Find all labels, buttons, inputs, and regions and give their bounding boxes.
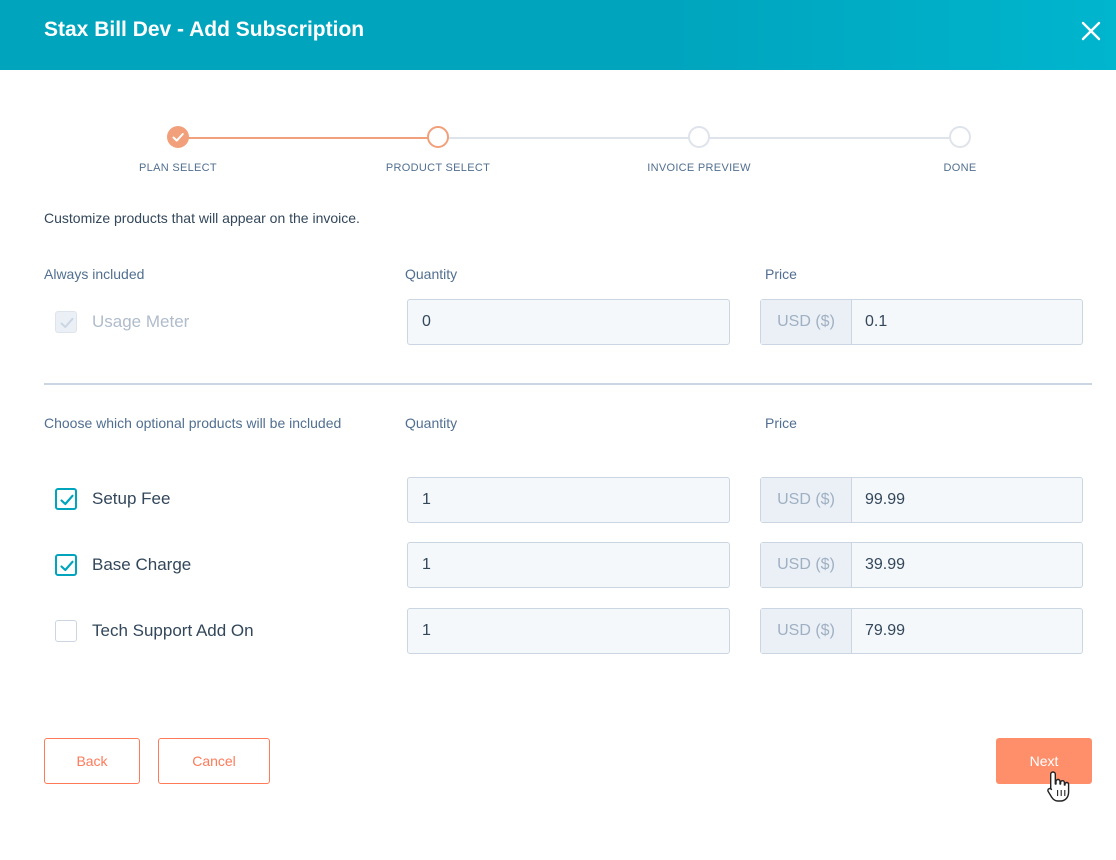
setup-fee-quantity-input[interactable]: 1 (407, 477, 730, 523)
setup-fee-price-input[interactable]: 99.99 (852, 478, 1082, 522)
optional-products-heading: Choose which optional products will be i… (44, 415, 342, 431)
usage-meter-quantity-input[interactable]: 0 (407, 299, 730, 345)
usage-meter-price-input[interactable]: 0.1 (852, 300, 1082, 344)
base-charge-checkbox[interactable] (55, 554, 77, 576)
modal-header: Stax Bill Dev - Add Subscription (0, 0, 1116, 70)
setup-fee-checkbox[interactable] (55, 488, 77, 510)
base-charge-quantity-input[interactable]: 1 (407, 542, 730, 588)
close-icon (1081, 21, 1101, 41)
close-button[interactable] (1078, 18, 1104, 44)
step-invoice-preview-circle (688, 126, 710, 148)
usage-meter-price-field[interactable]: USD ($) 0.1 (760, 299, 1083, 345)
intro-text: Customize products that will appear on t… (44, 210, 360, 226)
step-label-product-select: PRODUCT SELECT (385, 162, 491, 174)
check-icon (60, 494, 74, 506)
setup-fee-label: Setup Fee (92, 489, 171, 508)
optional-price-column-label: Price (765, 415, 797, 431)
currency-prefix: USD ($) (761, 609, 852, 653)
currency-prefix: USD ($) (761, 543, 852, 587)
hand-cursor-icon (1046, 770, 1072, 809)
back-button[interactable]: Back (44, 738, 140, 784)
step-label-done: DONE (943, 162, 977, 174)
base-charge-label: Base Charge (92, 555, 192, 574)
progress-stepper: PLAN SELECT PRODUCT SELECT INVOICE PREVI… (0, 120, 1116, 190)
section-divider (44, 383, 1092, 385)
step-label-plan-select: PLAN SELECT (139, 162, 217, 174)
currency-prefix: USD ($) (761, 478, 852, 522)
cancel-button[interactable]: Cancel (158, 738, 270, 784)
currency-prefix: USD ($) (761, 300, 852, 344)
tech-support-quantity-input[interactable]: 1 (407, 608, 730, 654)
modal-title: Stax Bill Dev - Add Subscription (44, 18, 365, 41)
step-plan-select-complete-icon (167, 126, 189, 148)
next-button[interactable]: Next (996, 738, 1092, 784)
stepper-line-complete (178, 137, 438, 139)
quantity-column-label: Quantity (405, 266, 458, 282)
base-charge-price-input[interactable]: 39.99 (852, 543, 1082, 587)
step-product-select-circle (427, 126, 449, 148)
tech-support-label: Tech Support Add On (92, 621, 254, 640)
check-icon (60, 560, 74, 572)
check-icon (60, 317, 74, 328)
usage-meter-checkbox (55, 311, 77, 333)
base-charge-price-field[interactable]: USD ($) 39.99 (760, 542, 1083, 588)
setup-fee-price-field[interactable]: USD ($) 99.99 (760, 477, 1083, 523)
tech-support-price-field[interactable]: USD ($) 79.99 (760, 608, 1083, 654)
always-included-heading: Always included (44, 266, 145, 282)
optional-quantity-column-label: Quantity (405, 415, 458, 431)
tech-support-price-input[interactable]: 79.99 (852, 609, 1082, 653)
usage-meter-label: Usage Meter (92, 312, 190, 331)
step-label-invoice-preview: INVOICE PREVIEW (647, 162, 751, 174)
tech-support-checkbox[interactable] (55, 620, 77, 642)
price-column-label: Price (765, 266, 797, 282)
step-done-circle (949, 126, 971, 148)
